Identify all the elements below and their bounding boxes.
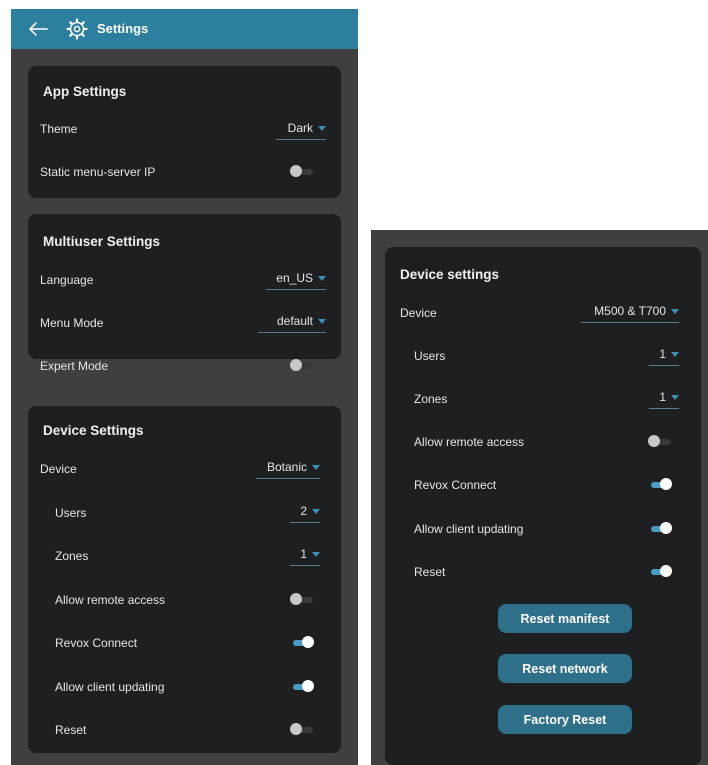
device-dropdown[interactable]: M500 & T700 <box>581 300 679 323</box>
remote-access-toggle[interactable] <box>290 593 314 607</box>
device-settings-title: Device Settings <box>43 423 144 438</box>
theme-value: Dark <box>287 121 313 135</box>
language-label: Language <box>40 273 94 287</box>
device-settings-title: Device settings <box>400 267 500 282</box>
zones-dropdown[interactable]: 1 <box>649 386 679 409</box>
device-value: Botanic <box>266 460 307 474</box>
chevron-down-icon <box>671 308 679 314</box>
users-label: Users <box>55 506 87 520</box>
client-updating-toggle[interactable] <box>290 680 314 694</box>
remote-access-label: Allow remote access <box>414 435 525 449</box>
revox-connect-toggle[interactable] <box>648 478 672 492</box>
zones-value: 1 <box>659 390 666 404</box>
reset-label: Reset <box>414 565 446 579</box>
users-value: 1 <box>659 347 666 361</box>
zones-value: 1 <box>300 547 307 561</box>
theme-dropdown[interactable]: Dark <box>276 117 326 140</box>
back-arrow-icon[interactable] <box>27 19 49 39</box>
expert-mode-label: Expert Mode <box>40 359 109 373</box>
device-label: Device <box>400 306 437 320</box>
multiuser-settings-card: Multiuser Settings Language en_US Menu M… <box>28 214 341 373</box>
reset-manifest-button[interactable]: Reset manifest <box>498 604 632 633</box>
gear-icon <box>66 18 88 40</box>
factory-reset-button[interactable]: Factory Reset <box>498 705 632 734</box>
users-dropdown[interactable]: 1 <box>649 343 679 366</box>
reset-toggle[interactable] <box>648 565 672 579</box>
client-updating-label: Allow client updating <box>414 522 524 536</box>
reset-network-button[interactable]: Reset network <box>498 654 632 683</box>
multiuser-settings-title: Multiuser Settings <box>43 234 161 249</box>
language-dropdown[interactable]: en_US <box>266 267 326 290</box>
menu-mode-dropdown[interactable]: default <box>258 310 326 333</box>
menu-mode-label: Menu Mode <box>40 316 104 330</box>
app-bar: Settings <box>11 9 358 49</box>
zones-label: Zones <box>55 549 89 563</box>
client-updating-label: Allow client updating <box>55 680 165 694</box>
chevron-down-icon <box>312 508 320 514</box>
client-updating-toggle[interactable] <box>648 522 672 536</box>
static-ip-toggle[interactable] <box>290 165 314 179</box>
settings-screen-right: Device settings Device M500 & T700 Users… <box>371 230 708 765</box>
menu-mode-value: default <box>276 314 313 328</box>
device-value: M500 & T700 <box>594 304 666 318</box>
device-label: Device <box>40 462 77 476</box>
zones-dropdown[interactable]: 1 <box>290 543 320 566</box>
users-label: Users <box>414 349 446 363</box>
remote-access-label: Allow remote access <box>55 593 166 607</box>
zones-label: Zones <box>414 392 448 406</box>
chevron-down-icon <box>671 394 679 400</box>
revox-connect-label: Revox Connect <box>55 636 138 650</box>
reset-toggle[interactable] <box>290 723 314 737</box>
chevron-down-icon <box>312 464 320 470</box>
reset-label: Reset <box>55 723 87 737</box>
app-settings-card: App Settings Theme Dark Static menu-serv… <box>28 66 341 198</box>
device-dropdown[interactable]: Botanic <box>256 456 320 479</box>
chevron-down-icon <box>318 275 326 281</box>
settings-screen-left: Settings App Settings Theme Dark Static … <box>11 9 358 765</box>
users-dropdown[interactable]: 2 <box>290 500 320 523</box>
page-title: Settings <box>97 21 149 36</box>
app-settings-title: App Settings <box>43 84 127 99</box>
revox-connect-toggle[interactable] <box>290 636 314 650</box>
device-settings-card-right: Device settings Device M500 & T700 Users… <box>385 247 701 765</box>
remote-access-toggle[interactable] <box>648 435 672 449</box>
chevron-down-icon <box>671 351 679 357</box>
static-ip-label: Static menu-server IP <box>40 165 156 179</box>
theme-label: Theme <box>40 122 78 136</box>
chevron-down-icon <box>318 318 326 324</box>
expert-mode-toggle[interactable] <box>290 359 314 373</box>
language-value: en_US <box>276 271 313 285</box>
chevron-down-icon <box>312 551 320 557</box>
device-settings-card: Device Settings Device Botanic Users 2 Z… <box>28 406 341 753</box>
users-value: 2 <box>300 504 307 518</box>
revox-connect-label: Revox Connect <box>414 478 497 492</box>
chevron-down-icon <box>318 125 326 131</box>
